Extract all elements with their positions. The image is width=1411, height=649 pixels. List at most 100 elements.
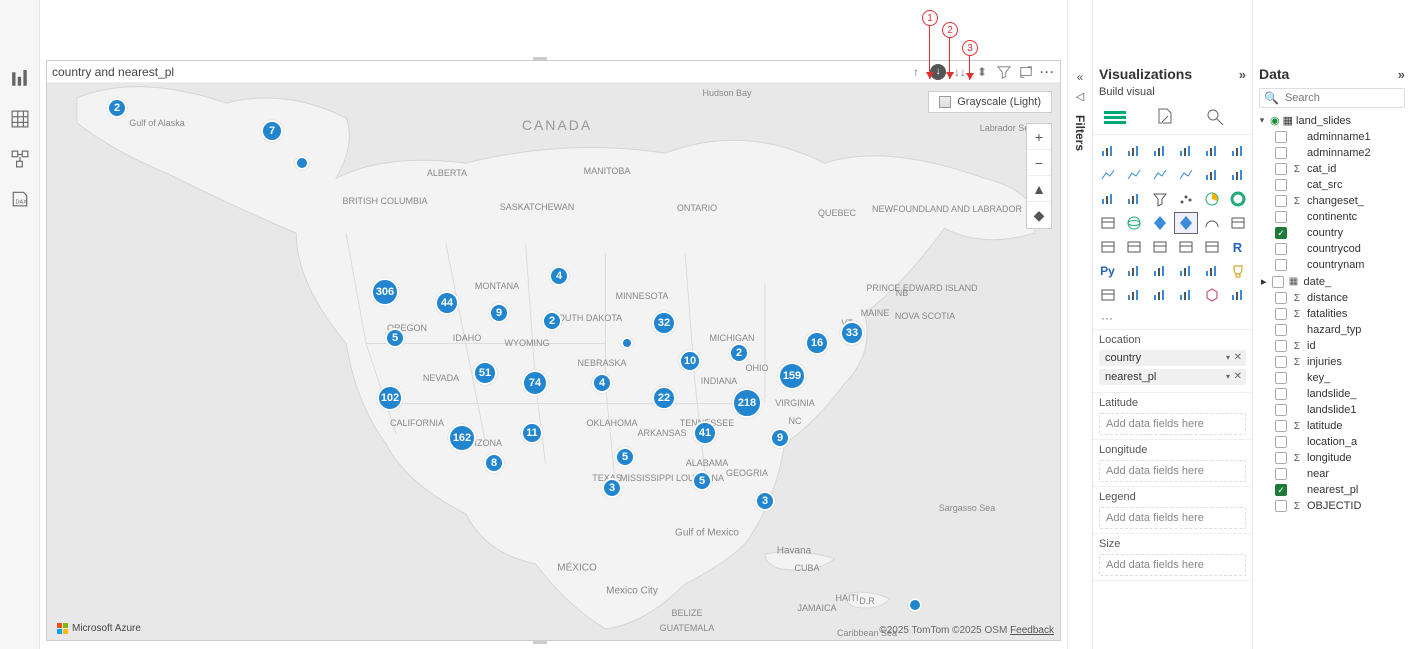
pill-nearest-pl[interactable]: nearest_pl ▾ ✕ bbox=[1099, 369, 1246, 385]
field-OBJECTID[interactable]: ΣOBJECTID bbox=[1257, 498, 1407, 514]
viz-type-bar[interactable] bbox=[1201, 141, 1223, 161]
map-bubble[interactable]: 4 bbox=[549, 266, 569, 286]
viz-type-gauge[interactable] bbox=[1201, 213, 1223, 233]
field-landslide1[interactable]: landslide1 bbox=[1257, 402, 1407, 418]
table-view-icon[interactable] bbox=[11, 110, 29, 128]
chevron-down-icon[interactable]: ▾ bbox=[1226, 372, 1230, 381]
map-bubble[interactable]: 4 bbox=[592, 373, 612, 393]
viz-type-bar[interactable] bbox=[1175, 141, 1197, 161]
viz-type-funnel[interactable] bbox=[1149, 189, 1171, 209]
field-checkbox[interactable] bbox=[1275, 243, 1287, 255]
map-bubble[interactable]: 44 bbox=[435, 291, 459, 315]
field-checkbox[interactable] bbox=[1275, 259, 1287, 271]
map-bubble[interactable]: 33 bbox=[840, 321, 864, 345]
viz-type-slicer[interactable] bbox=[1149, 237, 1171, 257]
field-checkbox[interactable] bbox=[1275, 372, 1287, 384]
field-country[interactable]: ✓country bbox=[1257, 225, 1407, 241]
field-checkbox[interactable] bbox=[1275, 420, 1287, 432]
field-id[interactable]: Σid bbox=[1257, 338, 1407, 354]
collapse-viz-pane-icon[interactable]: » bbox=[1239, 67, 1246, 82]
field-checkbox[interactable] bbox=[1275, 436, 1287, 448]
viz-more-ellipsis[interactable]: ··· bbox=[1093, 311, 1252, 329]
map-bubble[interactable]: 2 bbox=[729, 343, 749, 363]
viz-type-narr[interactable] bbox=[1201, 261, 1223, 281]
viz-type-azure[interactable] bbox=[1175, 213, 1197, 233]
map-bubble[interactable]: 51 bbox=[473, 361, 497, 385]
viz-type-matrix[interactable] bbox=[1201, 237, 1223, 257]
well-longitude-drop[interactable]: Add data fields here bbox=[1099, 460, 1246, 482]
viz-type-hex[interactable] bbox=[1201, 285, 1223, 305]
field-checkbox[interactable] bbox=[1275, 324, 1287, 336]
map-bubble[interactable]: 3 bbox=[602, 478, 622, 498]
map-bubble[interactable]: 74 bbox=[522, 370, 548, 396]
field-checkbox[interactable]: ✓ bbox=[1275, 484, 1287, 496]
viz-type-scatter[interactable] bbox=[1175, 189, 1197, 209]
report-canvas[interactable]: country and nearest_pl ↑ ↓ ↓↓ ⬍ ··· bbox=[40, 0, 1067, 649]
search-input[interactable] bbox=[1283, 91, 1411, 105]
map-bubble[interactable]: 2 bbox=[107, 98, 127, 118]
viz-type-page[interactable] bbox=[1097, 285, 1119, 305]
remove-pill-icon[interactable]: ✕ bbox=[1234, 371, 1242, 382]
map-bubble[interactable] bbox=[908, 598, 922, 612]
viz-type-more[interactable] bbox=[1227, 285, 1249, 305]
field-location_a[interactable]: location_a bbox=[1257, 434, 1407, 450]
viz-type-bar[interactable] bbox=[1201, 165, 1223, 185]
field-changeset_[interactable]: Σchangeset_ bbox=[1257, 193, 1407, 209]
report-view-icon[interactable] bbox=[11, 70, 29, 88]
map-bubble[interactable]: 10 bbox=[679, 350, 701, 372]
viz-type-qna[interactable] bbox=[1175, 261, 1197, 281]
viz-type-table[interactable] bbox=[1175, 237, 1197, 257]
well-latitude-drop[interactable]: Add data fields here bbox=[1099, 413, 1246, 435]
map-bubble[interactable]: 16 bbox=[805, 331, 829, 355]
visual-more-options[interactable]: ··· bbox=[1040, 65, 1055, 79]
viz-type-bar[interactable] bbox=[1097, 141, 1119, 161]
viz-type-R[interactable]: R bbox=[1227, 237, 1249, 257]
viz-type-decomp[interactable] bbox=[1149, 261, 1171, 281]
field-key_[interactable]: key_ bbox=[1257, 370, 1407, 386]
viz-type-card[interactable] bbox=[1097, 237, 1119, 257]
field-checkbox[interactable] bbox=[1275, 468, 1287, 480]
field-checkbox[interactable] bbox=[1275, 179, 1287, 191]
expand-filters-icon[interactable]: « bbox=[1077, 70, 1084, 84]
field-checkbox[interactable] bbox=[1275, 195, 1287, 207]
viz-type-donut[interactable] bbox=[1227, 189, 1249, 209]
field-latitude[interactable]: Σlatitude bbox=[1257, 418, 1407, 434]
field-countrynam[interactable]: countrynam bbox=[1257, 257, 1407, 273]
viz-type-bar[interactable] bbox=[1227, 165, 1249, 185]
field-checkbox[interactable] bbox=[1275, 211, 1287, 223]
drill-up-icon[interactable]: ↑ bbox=[908, 64, 924, 80]
field-cat_src[interactable]: cat_src bbox=[1257, 177, 1407, 193]
map-bubble[interactable]: 9 bbox=[770, 428, 790, 448]
viz-type-filled[interactable] bbox=[1149, 213, 1171, 233]
field-injuries[interactable]: Σinjuries bbox=[1257, 354, 1407, 370]
pitch-button[interactable]: ▲ bbox=[1027, 176, 1051, 202]
map-bubble[interactable]: 8 bbox=[484, 453, 504, 473]
map-bubble[interactable]: 22 bbox=[652, 386, 676, 410]
map-bubble[interactable] bbox=[621, 337, 633, 349]
map-style-picker[interactable]: Grayscale (Light) bbox=[928, 91, 1052, 113]
viz-type-pa2[interactable] bbox=[1175, 285, 1197, 305]
feedback-link[interactable]: Feedback bbox=[1010, 625, 1054, 636]
model-view-icon[interactable] bbox=[11, 150, 29, 168]
viz-type-kpi[interactable] bbox=[1123, 237, 1145, 257]
map-bubble[interactable]: 159 bbox=[778, 362, 806, 390]
build-visual-tab-icon[interactable] bbox=[1101, 104, 1129, 128]
map-bubble[interactable]: 5 bbox=[615, 447, 635, 467]
dax-view-icon[interactable]: DAX bbox=[11, 190, 29, 208]
field-fatalities[interactable]: Σfatalities bbox=[1257, 306, 1407, 322]
map-bubble[interactable]: 32 bbox=[652, 311, 676, 335]
field-distance[interactable]: Σdistance bbox=[1257, 290, 1407, 306]
viz-type-bar[interactable] bbox=[1097, 189, 1119, 209]
viz-type-bar[interactable] bbox=[1123, 141, 1145, 161]
pill-country[interactable]: country ▾ ✕ bbox=[1099, 350, 1246, 366]
field-checkbox[interactable] bbox=[1275, 308, 1287, 320]
map-bubble[interactable] bbox=[295, 156, 309, 170]
field-checkbox[interactable] bbox=[1275, 500, 1287, 512]
viz-type-Py[interactable]: Py bbox=[1097, 261, 1119, 281]
viz-type-trophy[interactable] bbox=[1227, 261, 1249, 281]
drill-next-level-icon[interactable]: ↓↓ bbox=[952, 64, 968, 80]
field-nearest_pl[interactable]: ✓nearest_pl bbox=[1257, 482, 1407, 498]
viz-type-bar[interactable] bbox=[1149, 141, 1171, 161]
field-checkbox[interactable] bbox=[1275, 388, 1287, 400]
table-land-slides[interactable]: ▾ ◉ ▦ land_slides bbox=[1257, 112, 1407, 129]
